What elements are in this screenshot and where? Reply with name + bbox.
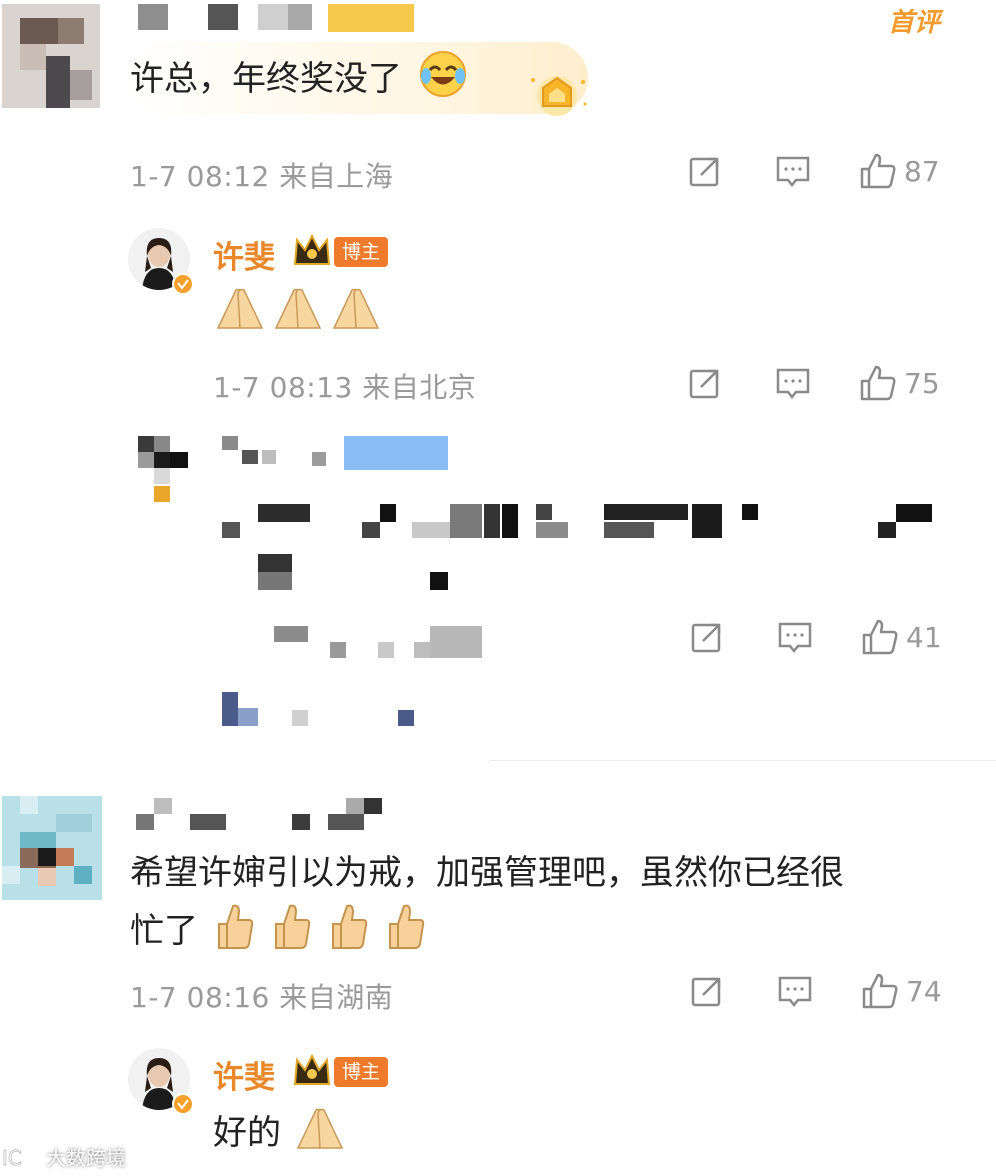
thumbs-up-icon bbox=[860, 153, 896, 189]
share-icon bbox=[691, 623, 721, 653]
folded-hands-icon bbox=[294, 1104, 348, 1168]
share-button[interactable] bbox=[686, 616, 728, 658]
like-button[interactable]: 87 bbox=[858, 150, 940, 192]
folded-hands-icon bbox=[216, 288, 380, 329]
comment-meta: 1-7 08:12 来自上海 bbox=[130, 160, 394, 193]
crown-icon bbox=[292, 232, 332, 274]
comment-text: 希望许婶引以为戒，加强管理吧，虽然你已经很 忙了 bbox=[130, 846, 960, 968]
like-count: 41 bbox=[906, 620, 942, 654]
share-button[interactable] bbox=[684, 362, 726, 404]
like-count: 75 bbox=[904, 366, 940, 400]
reply-actions: 75 bbox=[684, 362, 940, 404]
watermark-logo-icon: IC bbox=[2, 1145, 42, 1170]
comment-text-line2: 忙了 bbox=[130, 911, 198, 951]
commenter-avatar-blurred[interactable] bbox=[2, 796, 102, 900]
commenter-avatar[interactable] bbox=[2, 4, 100, 108]
svg-text:IC: IC bbox=[2, 1146, 22, 1170]
comment-icon bbox=[776, 156, 810, 188]
comment-icon bbox=[778, 622, 812, 654]
verified-badge-icon bbox=[172, 273, 194, 299]
share-button[interactable] bbox=[684, 150, 726, 192]
reply-button[interactable] bbox=[772, 150, 814, 192]
watermark: IC 大数跨境 bbox=[2, 1142, 126, 1171]
like-button[interactable]: 74 bbox=[860, 970, 942, 1012]
vip-crown-badge-icon bbox=[525, 70, 591, 124]
share-icon bbox=[689, 369, 719, 399]
share-icon bbox=[689, 157, 719, 187]
author-name[interactable]: 许斐 bbox=[213, 232, 275, 277]
crown-icon bbox=[292, 1052, 332, 1094]
thumbs-up-icon bbox=[860, 365, 896, 401]
comment-text-line1: 希望许婶引以为戒，加强管理吧，虽然你已经很 bbox=[130, 853, 844, 893]
like-button[interactable]: 75 bbox=[858, 362, 940, 404]
reply-emojis bbox=[214, 284, 384, 336]
comment-actions: 87 bbox=[684, 150, 940, 192]
comment-text-content: 许总，年终奖没了 bbox=[130, 59, 402, 99]
like-count: 87 bbox=[904, 154, 940, 188]
reply-text-content: 好的 bbox=[213, 1113, 281, 1153]
reply-button[interactable] bbox=[772, 362, 814, 404]
verified-badge-icon bbox=[172, 1093, 194, 1119]
share-button[interactable] bbox=[686, 970, 728, 1012]
first-comment-tag: 首评 bbox=[888, 8, 941, 38]
watermark-text: 大数跨境 bbox=[46, 1146, 126, 1170]
comment-text: 许总，年终奖没了 bbox=[130, 48, 469, 116]
comment-actions: 74 bbox=[686, 970, 942, 1012]
reply-meta: 1-7 08:13 来自北京 bbox=[213, 371, 477, 404]
reply-button[interactable] bbox=[774, 616, 816, 658]
like-button[interactable]: 41 bbox=[860, 616, 942, 658]
comment-icon bbox=[776, 368, 810, 400]
reply-button[interactable] bbox=[774, 970, 816, 1012]
share-icon bbox=[691, 977, 721, 1007]
thumbs-up-icon bbox=[862, 973, 898, 1009]
comment-text-line2-row: 忙了 bbox=[130, 900, 960, 968]
commenter-name-blurred[interactable] bbox=[138, 4, 418, 34]
reply-actions: 41 bbox=[686, 616, 942, 658]
laugh-cry-emoji-icon bbox=[417, 48, 469, 116]
commenter-name-blurred[interactable] bbox=[136, 798, 396, 834]
replier-name-blurred[interactable] bbox=[222, 436, 452, 472]
thumbs-up-icon bbox=[862, 619, 898, 655]
blogger-badge: 博主 bbox=[334, 1057, 389, 1087]
section-divider bbox=[490, 760, 996, 761]
like-count: 74 bbox=[906, 974, 942, 1008]
reply-text: 好的 bbox=[213, 1104, 348, 1168]
author-name[interactable]: 许斐 bbox=[213, 1052, 275, 1097]
comment-icon bbox=[778, 976, 812, 1008]
blogger-badge: 博主 bbox=[334, 237, 389, 267]
thumbs-up-emoji-icon bbox=[213, 900, 433, 968]
comment-meta: 1-7 08:16 来自湖南 bbox=[130, 981, 394, 1014]
replier-avatar-blurred[interactable] bbox=[138, 436, 194, 506]
